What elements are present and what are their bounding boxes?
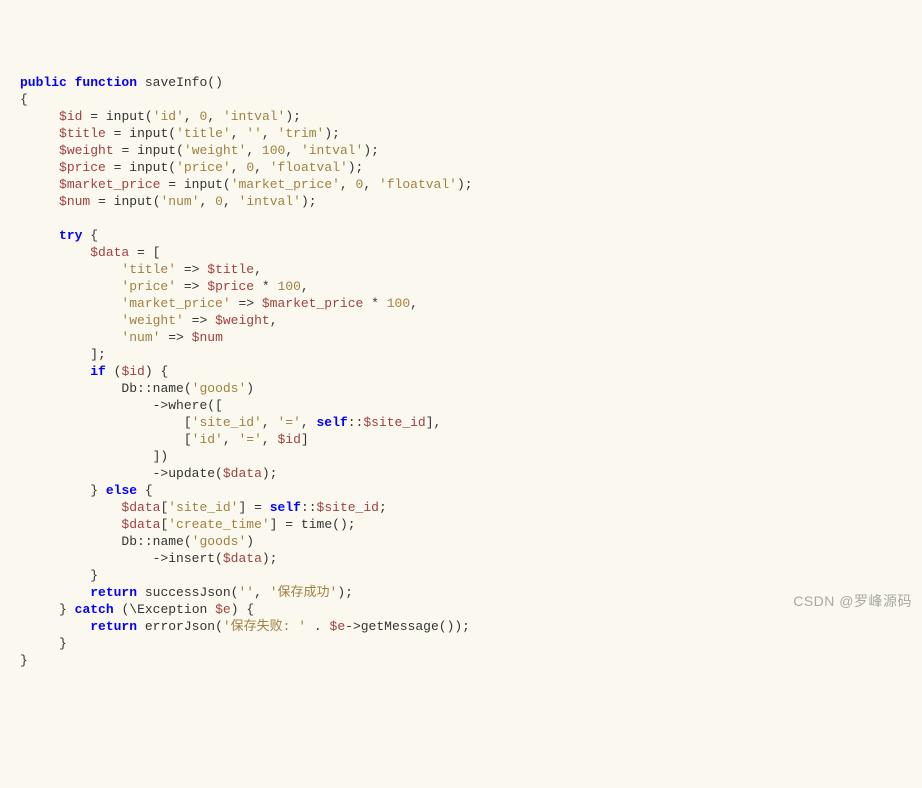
watermark-text: CSDN @罗峰源码 <box>793 593 912 610</box>
keyword-function: function <box>75 75 137 90</box>
keyword-public: public <box>20 75 67 90</box>
code-block: public function saveInfo() { $id = input… <box>0 74 922 669</box>
function-name: saveInfo <box>145 75 207 90</box>
